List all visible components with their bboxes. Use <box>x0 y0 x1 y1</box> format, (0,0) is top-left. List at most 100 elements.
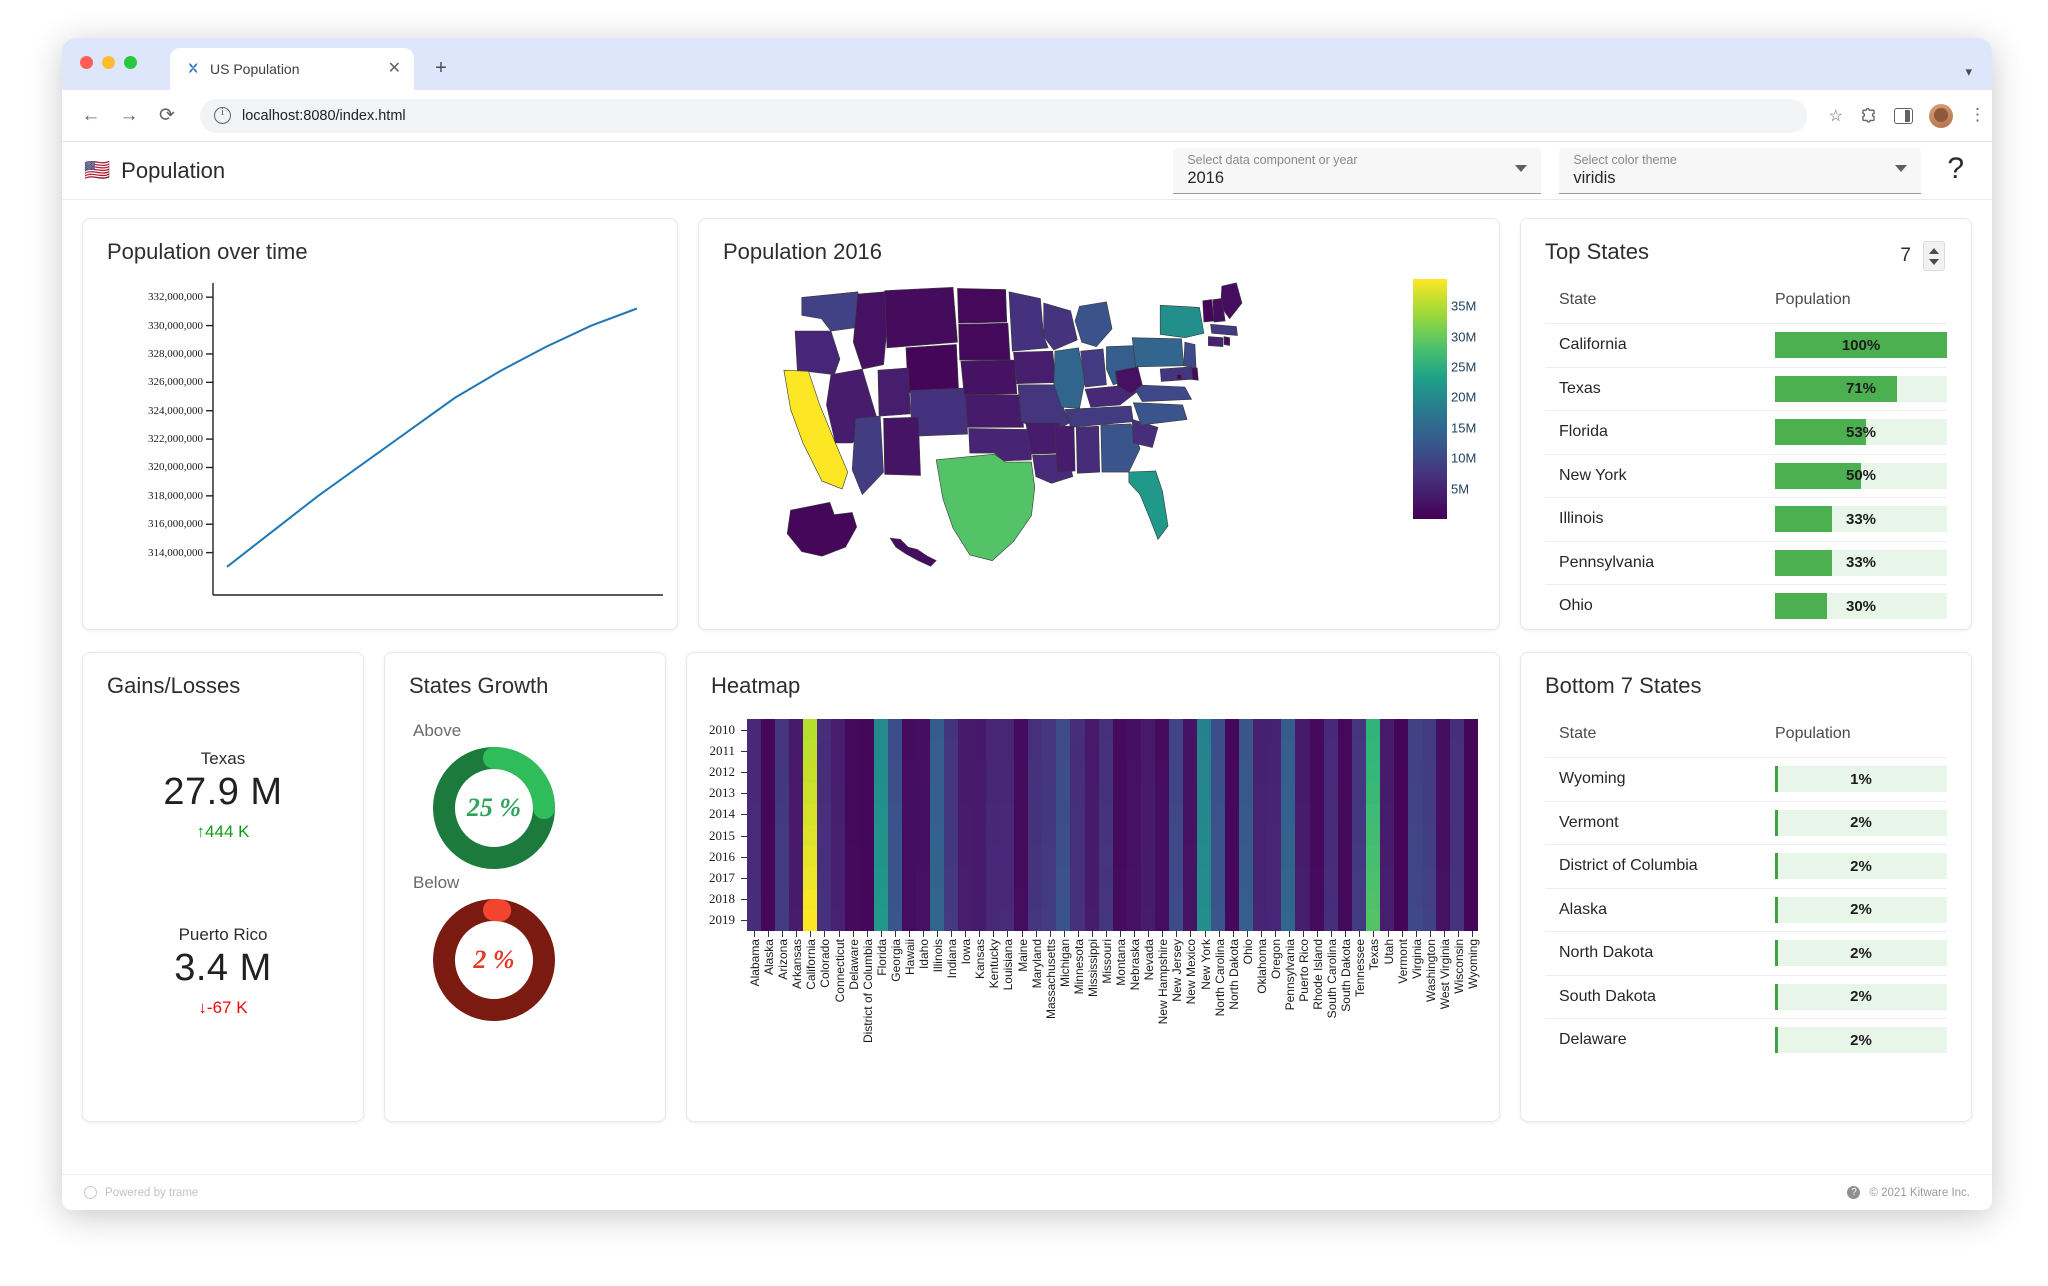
map-state-florida[interactable] <box>1128 470 1169 540</box>
map-state-wisconsin[interactable] <box>1043 302 1078 351</box>
forward-button[interactable]: → <box>118 105 140 127</box>
heatmap-column[interactable] <box>887 719 902 931</box>
extensions-icon[interactable] <box>1859 107 1878 124</box>
heatmap-column[interactable] <box>901 719 916 931</box>
heatmap-column[interactable] <box>1084 719 1099 931</box>
heatmap-chart[interactable]: 2010 2011 2012 2013 2014 2015 2016 2017 2018 2019… <box>687 705 1499 1121</box>
heatmap-column[interactable] <box>1267 719 1282 931</box>
map-state-montana[interactable] <box>884 286 958 349</box>
heatmap-column[interactable] <box>915 719 930 931</box>
map-state-north-dakota[interactable] <box>957 288 1008 324</box>
stepper-buttons[interactable] <box>1923 241 1945 271</box>
map-state-vermont[interactable] <box>1202 299 1215 323</box>
heatmap-column[interactable] <box>747 719 762 931</box>
heatmap-column[interactable] <box>1351 719 1366 931</box>
heatmap-column[interactable] <box>1126 719 1141 931</box>
map-state-hawaii[interactable] <box>889 537 937 567</box>
heatmap-column[interactable] <box>817 719 832 931</box>
reload-button[interactable]: ⟳ <box>156 105 178 127</box>
heatmap-column[interactable] <box>1407 719 1422 931</box>
map-state-minnesota[interactable] <box>1008 291 1049 352</box>
table-row[interactable]: Ohio 30% <box>1545 584 1947 628</box>
heatmap-column[interactable] <box>1309 719 1324 931</box>
map-state-oregon[interactable] <box>794 330 841 376</box>
growth-above-donut[interactable]: 25 % <box>429 743 559 873</box>
theme-select[interactable]: Select color theme viridis <box>1559 147 1922 194</box>
map-state-michigan[interactable] <box>1074 301 1113 348</box>
heatmap-column[interactable] <box>929 719 944 931</box>
avatar[interactable] <box>1929 103 1953 128</box>
heatmap-column[interactable] <box>1197 719 1212 931</box>
map-state-alabama[interactable] <box>1075 425 1101 474</box>
map-state-alaska[interactable] <box>786 502 858 557</box>
map-state-iowa[interactable] <box>1013 350 1057 384</box>
heatmap-column[interactable] <box>1337 719 1352 931</box>
heatmap-column[interactable] <box>831 719 846 931</box>
table-row[interactable]: South Dakota 2% <box>1545 974 1947 1019</box>
chevron-down-icon[interactable]: ▾ <box>1965 64 1972 80</box>
table-row[interactable]: Pennsylvania 33% <box>1545 540 1947 585</box>
heatmap-column[interactable] <box>972 719 987 931</box>
heatmap-column[interactable] <box>1225 719 1240 931</box>
map-state-new-york[interactable] <box>1159 304 1205 339</box>
table-row[interactable]: Delaware 2% <box>1545 1018 1947 1062</box>
heatmap-column[interactable] <box>1070 719 1085 931</box>
heatmap-column[interactable] <box>1365 719 1380 931</box>
map-state-texas[interactable] <box>935 453 1036 561</box>
heatmap-column[interactable] <box>1168 719 1183 931</box>
us-map-svg[interactable] <box>757 275 1317 611</box>
heatmap-column[interactable] <box>1379 719 1394 931</box>
line-chart[interactable]: 332,000,000 330,000,000 328,000,000 326,000… <box>83 271 677 621</box>
table-row[interactable]: Alaska 2% <box>1545 887 1947 932</box>
heatmap-column[interactable] <box>789 719 804 931</box>
browser-menu-icon[interactable]: ⋮ <box>1969 106 1986 123</box>
heatmap-column[interactable] <box>1182 719 1197 931</box>
minimize-window-button[interactable] <box>102 56 115 69</box>
table-row[interactable]: Texas 71% <box>1545 366 1947 411</box>
heatmap-column[interactable] <box>1323 719 1338 931</box>
map-state-mississippi[interactable] <box>1054 425 1076 473</box>
map-state-north-carolina[interactable] <box>1132 402 1188 426</box>
heatmap-column[interactable] <box>1295 719 1310 931</box>
map-state-new-jersey[interactable] <box>1183 341 1197 369</box>
heatmap-column[interactable] <box>1112 719 1127 931</box>
growth-below-donut[interactable]: 2 % <box>429 895 559 1025</box>
map-state-massachusetts[interactable] <box>1210 323 1238 336</box>
heatmap-column[interactable] <box>873 719 888 931</box>
map-state-connecticut[interactable] <box>1208 336 1224 348</box>
map-state-maryland[interactable] <box>1159 366 1194 382</box>
close-tab-icon[interactable]: ✕ <box>385 61 404 77</box>
heatmap-column[interactable] <box>1450 719 1465 931</box>
top-states-count-stepper[interactable]: 7 <box>1900 241 1945 271</box>
map-state-utah[interactable] <box>877 367 911 417</box>
heatmap-column[interactable] <box>1098 719 1113 931</box>
help-icon[interactable]: ? <box>1847 1186 1861 1199</box>
heatmap-column[interactable] <box>1253 719 1268 931</box>
map-state-idaho[interactable] <box>853 291 888 370</box>
map-state-arizona[interactable] <box>851 415 884 496</box>
table-row[interactable]: Vermont 2% <box>1545 800 1947 845</box>
table-row[interactable]: Florida 53% <box>1545 410 1947 454</box>
close-window-button[interactable] <box>80 56 93 69</box>
map-state-nebraska[interactable] <box>960 359 1018 396</box>
side-panel-icon[interactable] <box>1894 107 1913 124</box>
table-row[interactable]: District of Columbia 2% <box>1545 844 1947 888</box>
heatmap-column[interactable] <box>1056 719 1071 931</box>
heatmap-column[interactable] <box>1140 719 1155 931</box>
map-state-wyoming[interactable] <box>905 344 959 393</box>
heatmap-column[interactable] <box>957 719 972 931</box>
map-state-pennsylvania[interactable] <box>1131 337 1185 368</box>
chevron-down-icon[interactable] <box>1895 164 1908 172</box>
bookmark-star-icon[interactable]: ☆ <box>1829 106 1843 126</box>
heatmap-column[interactable] <box>1436 719 1451 931</box>
heatmap-column[interactable] <box>845 719 860 931</box>
maximize-window-button[interactable] <box>124 56 137 69</box>
map-state-district-of-columbia[interactable] <box>1176 374 1182 380</box>
site-info-icon[interactable] <box>214 106 231 124</box>
map-state-virginia[interactable] <box>1131 384 1193 402</box>
year-select[interactable]: Select data component or year 2016 <box>1173 147 1542 194</box>
table-row[interactable]: California 100% <box>1545 323 1947 367</box>
heatmap-column[interactable] <box>803 719 818 931</box>
stepper-up-icon[interactable] <box>1929 247 1939 254</box>
heatmap-column[interactable] <box>1028 719 1043 931</box>
